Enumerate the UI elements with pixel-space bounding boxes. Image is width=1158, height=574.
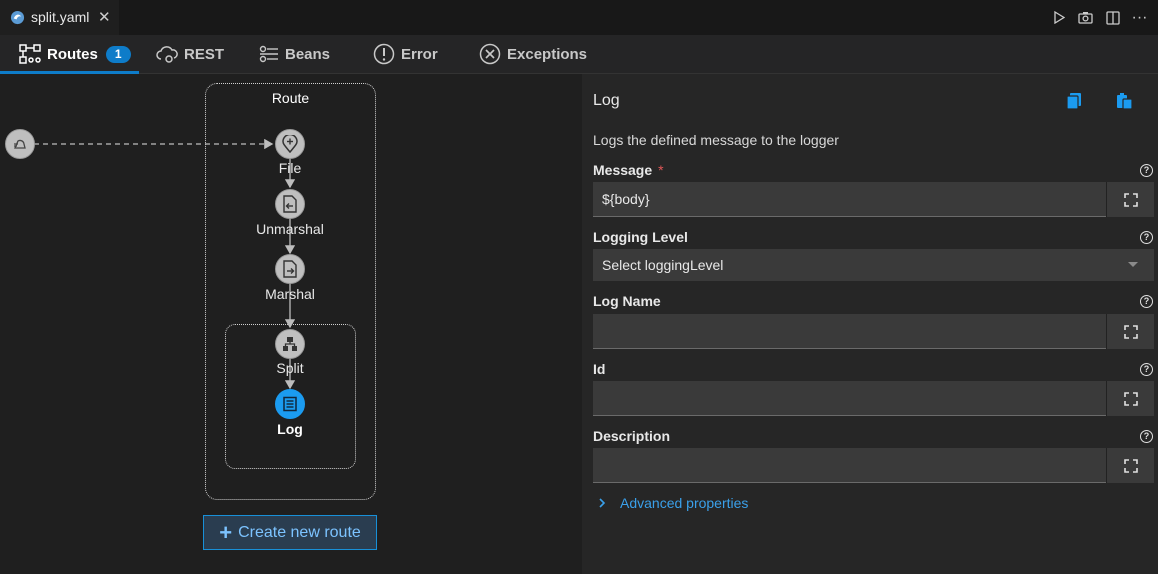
tab-rest-label: REST [184, 45, 225, 63]
file-node-label: File [278, 160, 302, 176]
file-tab-label: split.yaml [31, 9, 90, 25]
logging-level-help-icon[interactable]: ? [1140, 231, 1153, 244]
file-node[interactable] [275, 129, 305, 159]
id-input[interactable] [593, 381, 1106, 416]
description-input[interactable] [593, 448, 1106, 483]
expand-icon [1123, 192, 1138, 207]
advanced-properties-label: Advanced properties [620, 495, 749, 511]
close-tab-icon[interactable]: ✕ [98, 8, 111, 26]
message-expand-button[interactable] [1106, 182, 1154, 217]
route-title: Route [271, 90, 310, 106]
file-import-icon [283, 195, 297, 213]
log-node[interactable] [275, 389, 305, 419]
message-label: Message * [593, 162, 664, 178]
log-name-expand-button[interactable] [1106, 314, 1154, 349]
plus-icon: + [219, 519, 233, 545]
panel-description: Logs the defined message to the logger [593, 132, 839, 148]
id-help-icon[interactable]: ? [1140, 363, 1153, 376]
map-pin-icon [282, 135, 298, 153]
sitemap-icon [283, 337, 297, 351]
split-editor-icon[interactable] [1104, 9, 1121, 26]
route-canvas[interactable]: Route File Unmarshal Marshal Split Log +… [0, 74, 582, 574]
tab-beans[interactable]: Beans [259, 35, 330, 73]
logging-level-select[interactable]: Select loggingLevel [593, 249, 1154, 281]
cloud-gear-icon [156, 46, 178, 63]
expand-icon [1123, 324, 1138, 339]
x-circle-icon [479, 43, 501, 65]
editor-tab-bar: split.yaml ✕ ··· [0, 0, 1158, 35]
copy-icon[interactable] [1065, 92, 1083, 110]
description-label: Description [593, 428, 671, 444]
tab-error-label: Error [401, 45, 438, 63]
start-node[interactable] [5, 129, 35, 159]
expand-icon [1123, 458, 1138, 473]
message-input[interactable]: ${body} [593, 182, 1106, 217]
log-name-help-icon[interactable]: ? [1140, 295, 1153, 308]
routes-count-badge: 1 [105, 45, 131, 63]
chevron-right-icon [599, 498, 606, 508]
editor-actions: ··· [1050, 9, 1148, 26]
log-name-input[interactable] [593, 314, 1106, 349]
tab-routes-label: Routes [47, 45, 98, 63]
paste-icon[interactable] [1115, 92, 1133, 110]
log-name-label: Log Name [593, 293, 661, 309]
exclamation-circle-icon [373, 43, 395, 65]
id-expand-button[interactable] [1106, 381, 1154, 416]
play-icon[interactable] [1050, 9, 1067, 26]
required-marker: * [658, 162, 664, 178]
sliders-icon [259, 45, 278, 63]
expand-icon [1123, 391, 1138, 406]
log-list-icon [283, 396, 297, 412]
unmarshal-node-label: Unmarshal [256, 221, 324, 237]
designer-nav: Routes 1 REST Beans Error Exceptions [0, 35, 1158, 74]
advanced-properties-toggle[interactable]: Advanced properties [598, 495, 748, 511]
yaml-file-icon [10, 10, 25, 25]
create-new-route-button[interactable]: + Create new route [203, 515, 377, 550]
logging-level-value: Select loggingLevel [602, 257, 724, 273]
tab-exceptions-label: Exceptions [507, 45, 588, 63]
id-label: Id [593, 361, 606, 377]
split-node-label: Split [276, 360, 304, 376]
marshal-node-label: Marshal [265, 286, 315, 302]
create-new-route-label: Create new route [238, 523, 361, 541]
message-label-text: Message [593, 162, 653, 178]
tab-exceptions[interactable]: Exceptions [479, 35, 587, 73]
timer-icon [14, 139, 26, 149]
more-icon[interactable]: ··· [1131, 9, 1148, 26]
camera-icon[interactable] [1077, 9, 1094, 26]
routes-icon [19, 44, 41, 64]
marshal-node[interactable] [275, 254, 305, 284]
chevron-down-icon [1128, 262, 1138, 267]
tab-beans-label: Beans [285, 45, 331, 63]
split-node[interactable] [275, 329, 305, 359]
file-tab[interactable]: split.yaml ✕ [0, 0, 119, 35]
description-expand-button[interactable] [1106, 448, 1154, 483]
properties-panel: Log Logs the defined message to the logg… [582, 74, 1158, 574]
log-node-label: Log [277, 421, 303, 437]
message-help-icon[interactable]: ? [1140, 164, 1153, 177]
logging-level-label: Logging Level [593, 229, 688, 245]
tab-rest[interactable]: REST [156, 35, 224, 73]
unmarshal-node[interactable] [275, 189, 305, 219]
tab-error[interactable]: Error [373, 35, 438, 73]
file-export-icon [283, 260, 297, 278]
tab-routes[interactable]: Routes 1 [0, 35, 139, 74]
panel-title: Log [593, 92, 620, 109]
description-help-icon[interactable]: ? [1140, 430, 1153, 443]
